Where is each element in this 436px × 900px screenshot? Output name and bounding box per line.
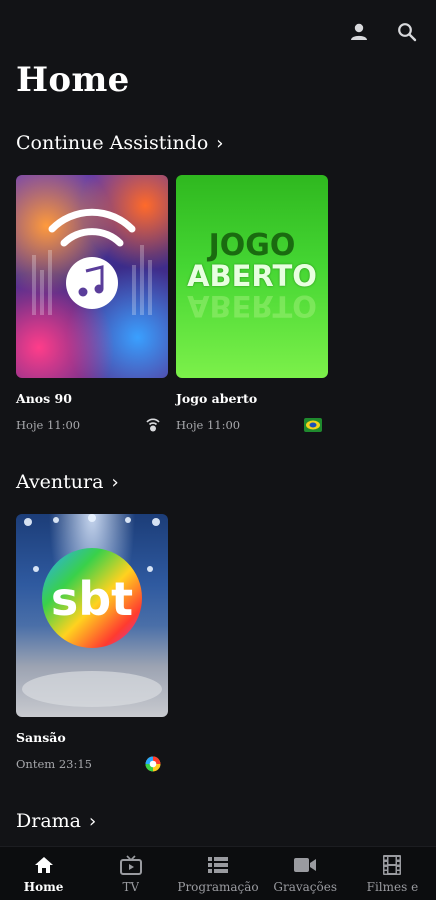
card-title: Jogo aberto (176, 391, 258, 406)
content-card-sansao[interactable]: sbt Sansão Ontem 23:15 (16, 514, 168, 773)
nav-label: TV (122, 880, 140, 894)
top-bar (0, 0, 436, 62)
nav-label: Programação (177, 880, 259, 894)
band-channel-icon (304, 416, 322, 434)
page-title: Home (16, 60, 130, 100)
section-drama[interactable]: Drama › (16, 810, 96, 832)
sbt-logo-icon: sbt (22, 514, 162, 707)
sbt-channel-icon (144, 755, 162, 773)
content-card-anos-90[interactable]: Anos 90 Hoje 11:00 (16, 175, 168, 434)
music-wifi-icon (32, 208, 152, 315)
chevron-right-icon: › (89, 810, 97, 832)
thumbnail-logo-text: JOGO ABERTO ABERTO (187, 228, 317, 324)
thumbnail[interactable] (16, 175, 168, 378)
section-title: Continue Assistindo (16, 132, 209, 154)
card-time: Hoje 11:00 (16, 418, 81, 432)
nav-gravacoes[interactable]: Gravações (262, 847, 349, 900)
nav-filmes[interactable]: Filmes e (349, 847, 436, 900)
content-card-jogo-aberto[interactable]: JOGO ABERTO ABERTO Jogo aberto Hoje 11:0… (176, 175, 328, 434)
nav-label: Gravações (273, 880, 338, 894)
search-icon[interactable] (395, 20, 419, 44)
section-adventure[interactable]: Aventura › (16, 471, 119, 493)
section-title: Aventura (16, 471, 104, 493)
svg-text:sbt: sbt (51, 572, 133, 626)
video-camera-icon (293, 855, 317, 875)
thumbnail[interactable]: sbt (16, 514, 168, 717)
film-icon (380, 855, 404, 875)
tv-icon (119, 855, 143, 875)
nav-tv[interactable]: TV (87, 847, 174, 900)
profile-icon[interactable] (347, 20, 371, 44)
card-time: Ontem 23:15 (16, 757, 92, 771)
card-title: Sansão (16, 730, 66, 745)
nav-home[interactable]: Home (0, 847, 87, 900)
nav-label: Home (23, 880, 64, 894)
home-icon (32, 855, 56, 875)
nav-label: Filmes e (366, 880, 419, 894)
chevron-right-icon: › (216, 132, 224, 154)
section-title: Drama (16, 810, 81, 832)
list-icon (206, 855, 230, 875)
card-title: Anos 90 (16, 391, 72, 406)
chevron-right-icon: › (111, 471, 119, 493)
music-channel-icon (144, 416, 162, 434)
section-continue-watching[interactable]: Continue Assistindo › (16, 132, 224, 154)
nav-programacao[interactable]: Programação (174, 847, 261, 900)
bottom-navigation: Home TV Programação Gravações Filmes e (0, 846, 436, 900)
thumbnail[interactable]: JOGO ABERTO ABERTO (176, 175, 328, 378)
card-time: Hoje 11:00 (176, 418, 241, 432)
